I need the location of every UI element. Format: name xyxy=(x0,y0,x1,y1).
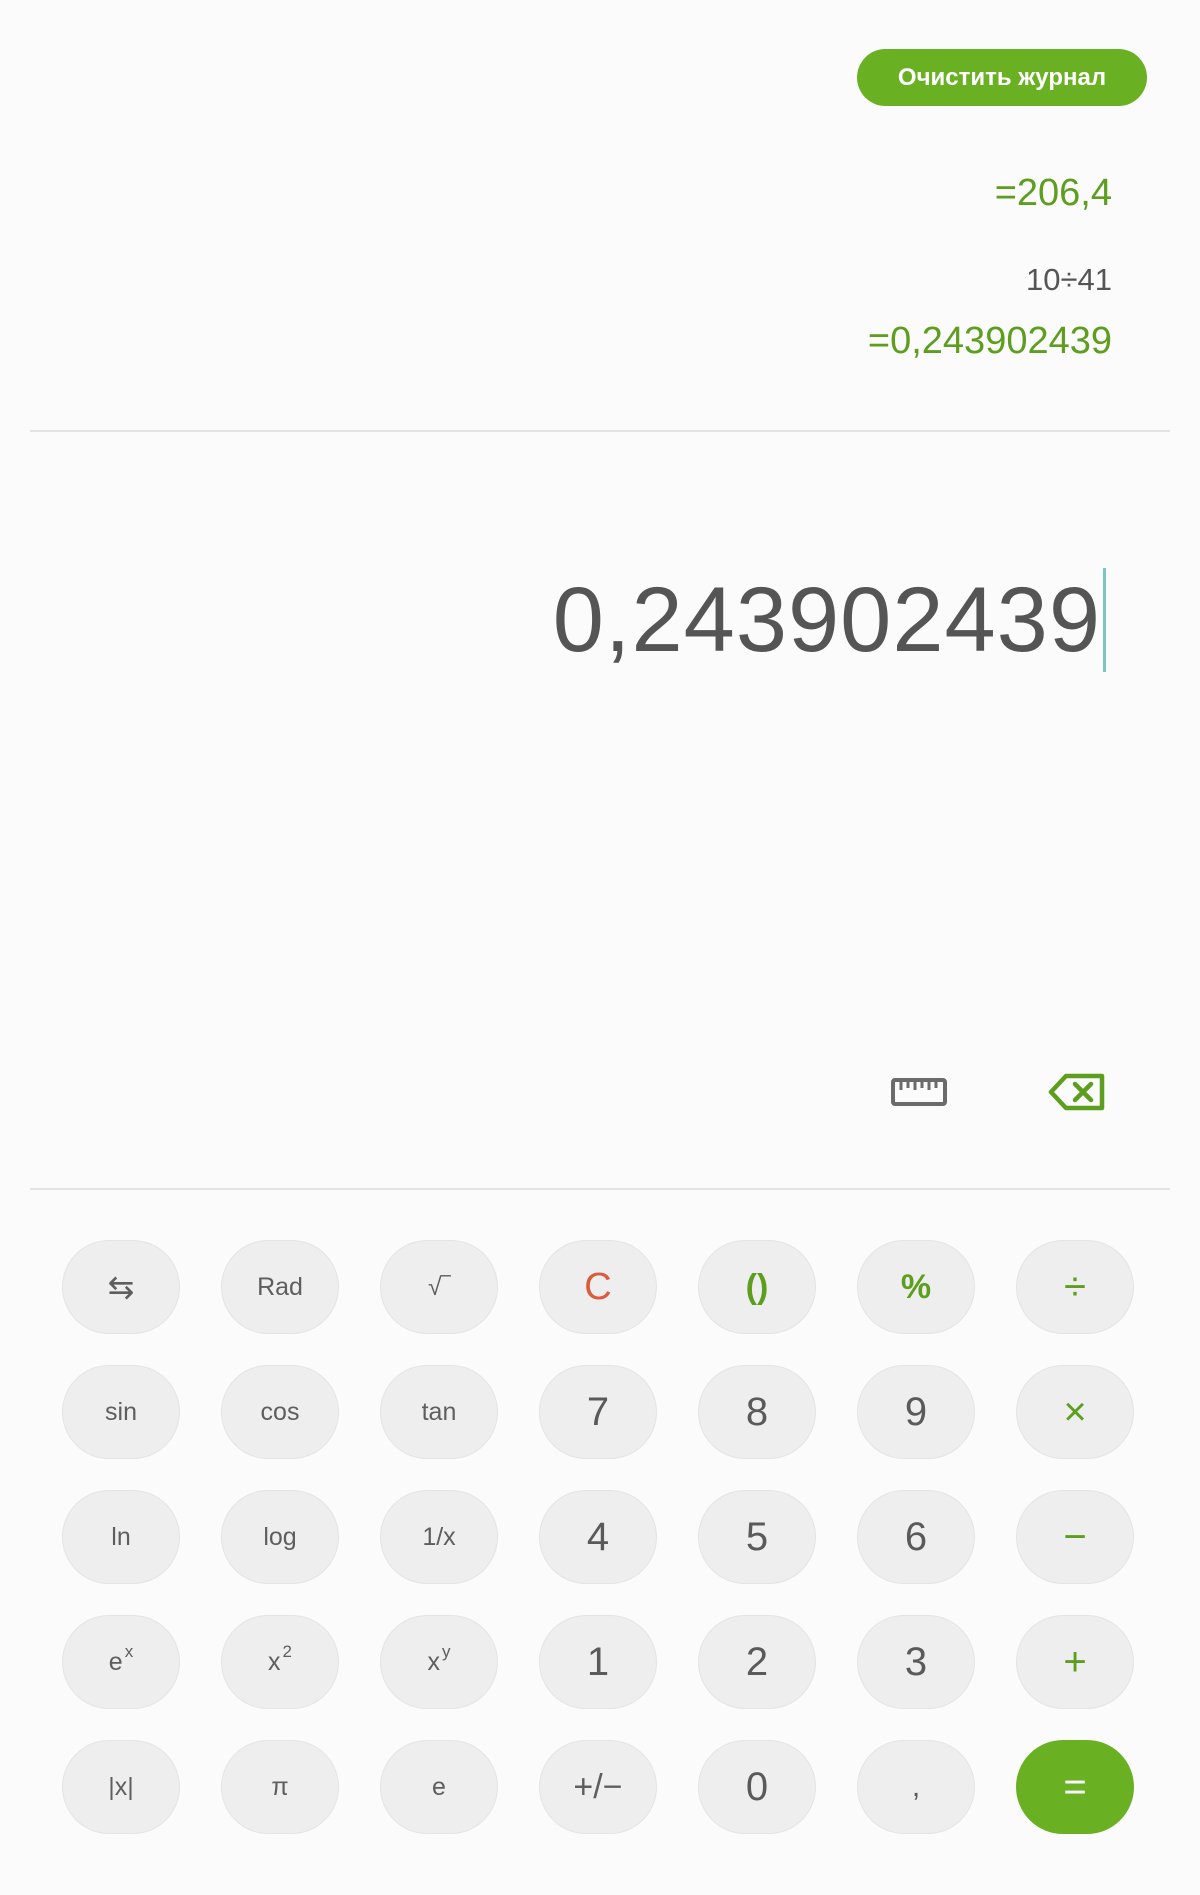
history-expression[interactable]: 10÷41 xyxy=(312,260,1112,300)
history-result[interactable]: =206,4 xyxy=(312,170,1112,216)
digit-2-button[interactable]: 2 xyxy=(698,1615,816,1709)
power-button[interactable]: xy xyxy=(380,1615,498,1709)
digit-3-button[interactable]: 3 xyxy=(857,1615,975,1709)
digit-4-button[interactable]: 4 xyxy=(539,1490,657,1584)
multiply-button[interactable]: × xyxy=(1016,1365,1134,1459)
square-button[interactable]: x2 xyxy=(221,1615,339,1709)
digit-5-button[interactable]: 5 xyxy=(698,1490,816,1584)
power-base: x xyxy=(427,1647,441,1676)
ruler-icon[interactable] xyxy=(886,1070,952,1114)
reciprocal-button[interactable]: 1/x xyxy=(380,1490,498,1584)
log-button[interactable]: log xyxy=(221,1490,339,1584)
history-result[interactable]: =0,243902439 xyxy=(312,318,1112,364)
sqrt-button[interactable]: √‾ xyxy=(380,1240,498,1334)
percent-button[interactable]: % xyxy=(857,1240,975,1334)
power-superscript: y xyxy=(442,1642,451,1661)
exp-superscript: x xyxy=(124,1642,134,1661)
square-base: x xyxy=(268,1647,281,1676)
plus-button[interactable]: + xyxy=(1016,1615,1134,1709)
digit-6-button[interactable]: 6 xyxy=(857,1490,975,1584)
display-value: 0,243902439 xyxy=(552,569,1101,671)
e-button[interactable]: e xyxy=(380,1740,498,1834)
comma-button[interactable]: , xyxy=(857,1740,975,1834)
digit-8-button[interactable]: 8 xyxy=(698,1365,816,1459)
clear-button[interactable]: C xyxy=(539,1240,657,1334)
equals-button[interactable]: = xyxy=(1016,1740,1134,1834)
minus-button[interactable]: − xyxy=(1016,1490,1134,1584)
abs-button[interactable]: |x| xyxy=(62,1740,180,1834)
sin-button[interactable]: sin xyxy=(62,1365,180,1459)
clear-history-button[interactable]: Очистить журнал xyxy=(857,49,1147,106)
exp-base: e xyxy=(108,1647,123,1676)
divide-button[interactable]: ÷ xyxy=(1016,1240,1134,1334)
text-cursor xyxy=(1103,568,1106,672)
keypad-divider xyxy=(30,1188,1170,1190)
ln-button[interactable]: ln xyxy=(62,1490,180,1584)
history-divider xyxy=(30,430,1170,432)
parentheses-button[interactable]: () xyxy=(698,1240,816,1334)
exp-button[interactable]: ex xyxy=(62,1615,180,1709)
pi-button[interactable]: π xyxy=(221,1740,339,1834)
digit-1-button[interactable]: 1 xyxy=(539,1615,657,1709)
digit-7-button[interactable]: 7 xyxy=(539,1365,657,1459)
main-display[interactable]: 0,243902439 xyxy=(553,565,1106,675)
digit-9-button[interactable]: 9 xyxy=(857,1365,975,1459)
tan-button[interactable]: tan xyxy=(380,1365,498,1459)
history-panel: =206,4 10÷41 =0,243902439 xyxy=(312,170,1112,364)
swap-button[interactable]: ⇆ xyxy=(62,1240,180,1334)
backspace-icon[interactable] xyxy=(1044,1068,1110,1116)
negate-button[interactable]: +/− xyxy=(539,1740,657,1834)
rad-button[interactable]: Rad xyxy=(221,1240,339,1334)
square-superscript: 2 xyxy=(282,1642,292,1661)
digit-0-button[interactable]: 0 xyxy=(698,1740,816,1834)
cos-button[interactable]: cos xyxy=(221,1365,339,1459)
